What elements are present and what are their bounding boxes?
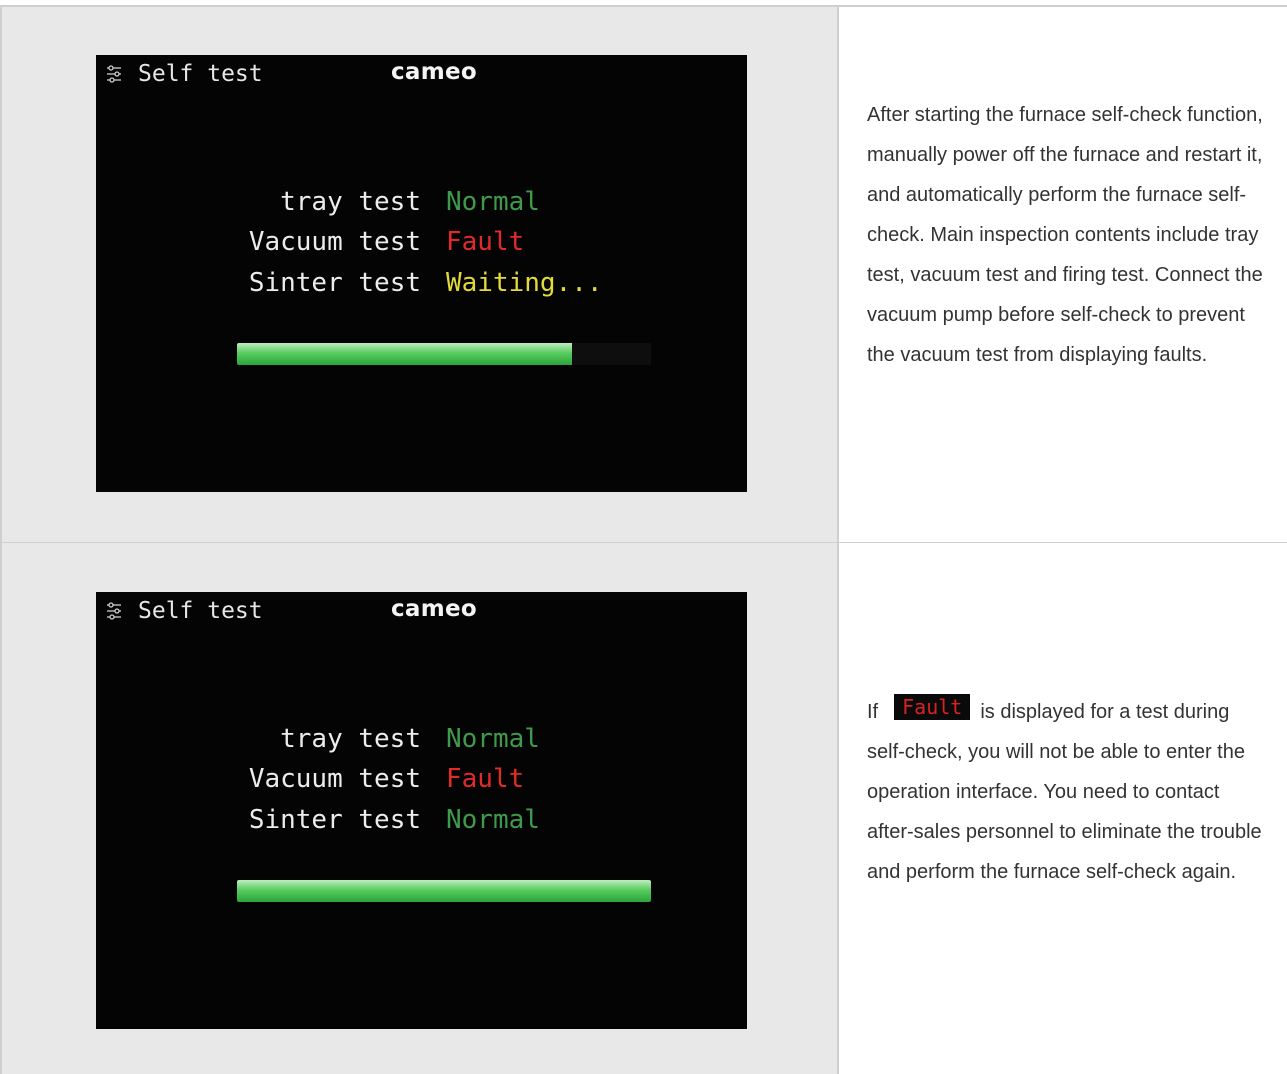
test-label: Vacuum test	[248, 764, 421, 794]
test-status: Normal	[446, 187, 540, 217]
test-row-vacuum: Vacuum test Fault	[96, 764, 747, 804]
screen-title: Self test	[138, 61, 263, 87]
test-row-sinter: Sinter test Normal	[96, 805, 747, 845]
test-label: Sinter test	[248, 268, 421, 298]
self-test-screen-complete: Self test cameo tray test Normal Vacuum …	[96, 592, 747, 1029]
description-paragraph: After starting the furnace self-check fu…	[867, 104, 1263, 366]
settings-sliders-icon	[107, 65, 121, 83]
fault-badge: Fault	[894, 694, 971, 720]
description-prefix: If	[867, 701, 879, 723]
test-row-vacuum: Vacuum test Fault	[96, 227, 747, 267]
test-status: Normal	[446, 724, 540, 754]
progress-fill	[237, 343, 573, 365]
test-label: Sinter test	[248, 805, 421, 835]
description-suffix: is displayed for a test during self-chec…	[867, 701, 1262, 883]
progress-bar	[237, 343, 651, 365]
test-status: Fault	[446, 227, 525, 257]
progress-bar	[237, 880, 651, 902]
test-status: Fault	[446, 764, 525, 794]
test-label: tray test	[280, 187, 421, 217]
description-paragraph: If Fault is displayed for a test during se…	[867, 692, 1267, 892]
test-label: tray test	[280, 724, 421, 754]
test-row-sinter: Sinter test Waiting...	[96, 268, 747, 308]
test-row-tray: tray test Normal	[96, 187, 747, 227]
settings-sliders-icon	[107, 602, 121, 620]
test-label: Vacuum test	[248, 227, 421, 257]
self-test-screen-in-progress: Self test cameo tray test Normal Vacuum …	[96, 55, 747, 492]
description-self-check: After starting the furnace self-check fu…	[867, 95, 1267, 375]
test-status: Normal	[446, 805, 540, 835]
brand-logo: cameo	[391, 59, 478, 85]
description-fault-handling: If Fault is displayed for a test during se…	[867, 692, 1267, 892]
brand-logo: cameo	[391, 596, 478, 622]
screen-title: Self test	[138, 598, 263, 624]
test-row-tray: tray test Normal	[96, 724, 747, 764]
progress-fill	[237, 880, 651, 902]
test-status: Waiting...	[446, 268, 603, 298]
